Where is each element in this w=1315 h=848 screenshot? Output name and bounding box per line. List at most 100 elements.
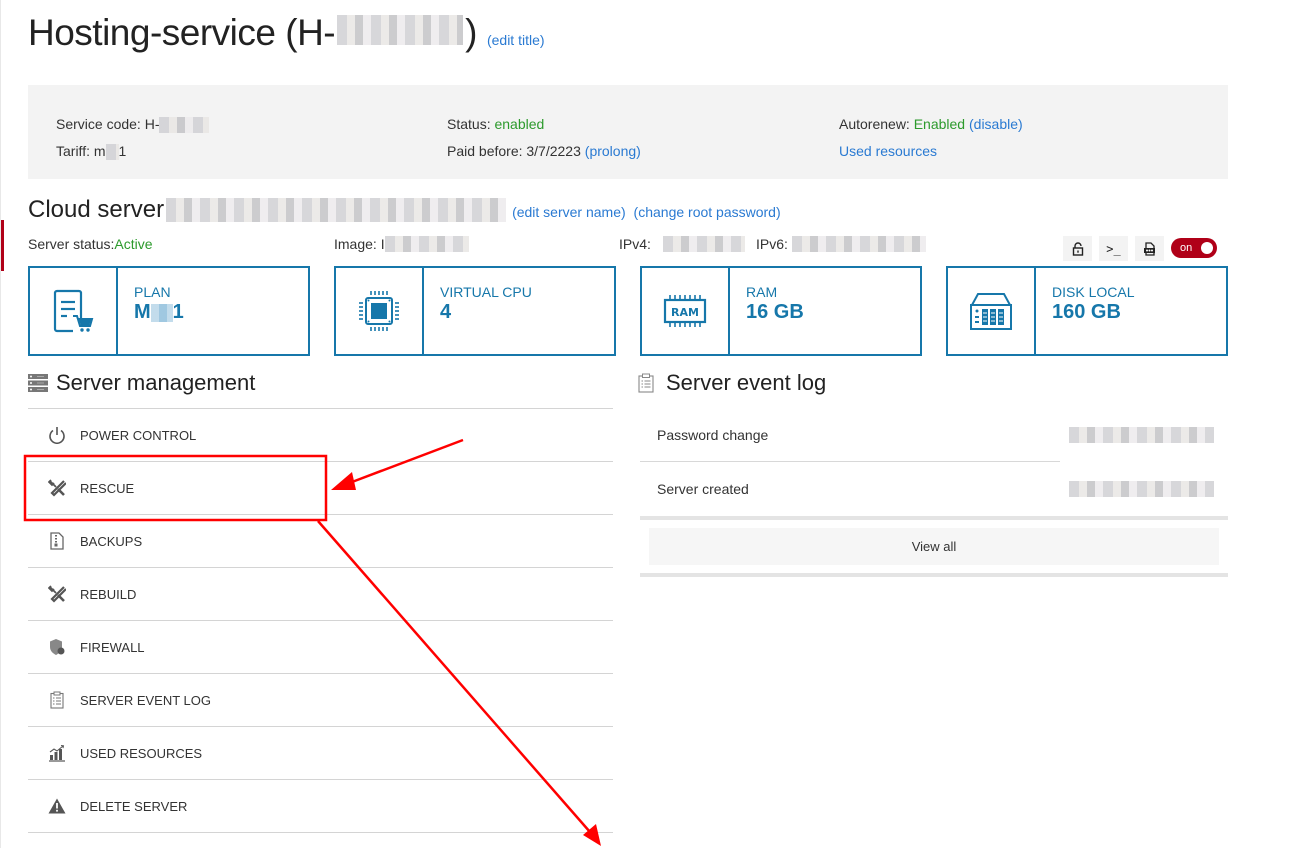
redacted-event-date: [1069, 427, 1214, 443]
ram-card: RAM RAM 16 GB: [640, 266, 922, 356]
redacted-event-date: [1069, 481, 1214, 497]
plan-cart-icon: [53, 289, 94, 333]
event-log-list: Password change Server created View all: [640, 408, 1228, 577]
server-toolbar: >_ on: [1063, 236, 1217, 261]
menu-item-server-event-log[interactable]: SERVER EVENT LOG: [28, 674, 613, 727]
status-label: Status:: [447, 116, 495, 132]
page-title-suffix: ): [465, 12, 477, 53]
disk-label: DISK LOCAL: [1052, 284, 1135, 300]
event-log-row: Server created: [640, 462, 1228, 516]
server-status-label: Server status:: [28, 236, 115, 252]
tariff-row: Tariff: m 1: [56, 138, 209, 165]
disk-value: 160 GB: [1052, 301, 1121, 323]
menu-item-label: FIREWALL: [80, 639, 145, 655]
edit-server-name-link[interactable]: (edit server name): [512, 204, 626, 220]
toggle-knob: [1201, 242, 1213, 254]
menu-item-rebuild[interactable]: REBUILD: [28, 568, 613, 621]
clipboard-list-icon: [638, 373, 654, 393]
redacted-ipv4: [662, 236, 745, 252]
bar-chart-icon: [49, 745, 65, 762]
plan-value: M1: [134, 301, 184, 324]
left-edge-border: [0, 0, 3, 848]
server-status-row: Server status: Active Image: I IPv4: IPv…: [28, 236, 1228, 256]
tools-icon: [48, 479, 66, 497]
menu-item-firewall[interactable]: FIREWALL: [28, 621, 613, 674]
redacted-image: [384, 236, 469, 252]
redacted-service-id: [337, 15, 464, 45]
ram-value: 16 GB: [746, 301, 804, 323]
tariff-suffix: 1: [118, 143, 127, 159]
console-button[interactable]: >_: [1099, 236, 1128, 261]
menu-item-backups[interactable]: BACKUPS: [28, 515, 613, 568]
server-title-label: Cloud server: [28, 196, 165, 223]
server-status: Server status: Active: [28, 236, 153, 252]
menu-item-delete-server[interactable]: DELETE SERVER: [28, 780, 613, 833]
cpu-icon: [359, 291, 399, 331]
service-status-row: Status: enabled: [447, 111, 641, 138]
shield-icon: [50, 639, 65, 655]
menu-item-label: POWER CONTROL: [80, 427, 197, 443]
cpu-value: 4: [440, 301, 452, 323]
menu-item-label: REBUILD: [80, 586, 137, 602]
service-code-row: Service code: H-: [56, 111, 210, 138]
lock-icon: [1072, 241, 1083, 256]
divider: [640, 516, 1228, 520]
autorenew-label: Autorenew:: [839, 116, 914, 132]
disable-autorenew-link[interactable]: (disable): [969, 116, 1023, 132]
redacted-server-name: [166, 198, 507, 222]
event-name: Password change: [657, 427, 769, 443]
ipv4-label: IPv4:: [619, 236, 651, 252]
image-label: Image: I: [334, 236, 385, 252]
disk-card: DISK LOCAL 160 GB: [946, 266, 1228, 356]
ram-label: RAM: [746, 284, 778, 300]
menu-item-label: RESCUE: [80, 480, 135, 496]
console-icon: >_: [1106, 241, 1121, 256]
cpu-label: VIRTUAL CPU: [440, 284, 532, 300]
service-info-panel: Service code: H- Tariff: m 1 Status: ena…: [28, 85, 1228, 179]
autorenew-value: Enabled: [913, 116, 966, 132]
server-title: Cloud server (edit server name) (change …: [28, 196, 785, 224]
change-root-password-link[interactable]: (change root password): [634, 204, 781, 220]
menu-item-label: DELETE SERVER: [80, 798, 188, 814]
autorenew-row: Autorenew: Enabled (disable): [839, 111, 1023, 138]
edit-title-link[interactable]: (edit title): [487, 32, 545, 48]
server-stack-icon: [28, 374, 48, 392]
paid-before-label: Paid before: 3/7/2223: [447, 143, 585, 159]
power-toggle[interactable]: on: [1171, 238, 1217, 258]
used-resources-link[interactable]: Used resources: [839, 143, 937, 159]
iso-file-icon: [1144, 241, 1155, 256]
tariff-label: Tariff: m: [56, 143, 106, 159]
plan-value-suffix: 1: [172, 301, 184, 323]
plan-card: PLAN M1: [28, 266, 310, 356]
disk-icon: [970, 293, 1012, 330]
warning-icon: [48, 798, 66, 814]
redacted-plan: [150, 303, 173, 322]
service-code-label: Service code: H-: [56, 116, 160, 132]
cpu-card: VIRTUAL CPU 4: [334, 266, 616, 356]
menu-item-rescue[interactable]: RESCUE: [28, 462, 613, 515]
prolong-link[interactable]: (prolong): [585, 143, 641, 159]
server-status-value: Active: [114, 236, 153, 252]
ram-icon: RAM: [663, 295, 707, 327]
server-event-log-heading: Server event log: [638, 370, 826, 396]
power-icon: [49, 427, 65, 444]
clipboard-list-icon: [50, 691, 64, 709]
lock-button[interactable]: [1063, 236, 1092, 261]
archive-file-icon: [50, 532, 64, 550]
page-title-prefix: Hosting-service (H-: [28, 12, 336, 53]
event-name: Server created: [657, 481, 749, 497]
iso-button[interactable]: [1135, 236, 1164, 261]
resource-cards: PLAN M1 VIRTUAL CPU 4 RAM RAM 16 GB DISK…: [28, 266, 1228, 356]
plan-label: PLAN: [134, 284, 171, 300]
menu-item-power-control[interactable]: POWER CONTROL: [28, 409, 613, 462]
redacted-ipv6: [791, 236, 926, 252]
divider: [640, 573, 1228, 577]
paid-before-row: Paid before: 3/7/2223 (prolong): [447, 138, 641, 165]
tools-icon: [48, 585, 66, 603]
menu-item-label: SERVER EVENT LOG: [80, 692, 212, 708]
menu-item-used-resources[interactable]: USED RESOURCES: [28, 727, 613, 780]
status-value: enabled: [494, 116, 545, 132]
view-all-button[interactable]: View all: [649, 528, 1219, 565]
power-toggle-label: on: [1180, 242, 1193, 254]
page-title: Hosting-service (H- ) (edit title): [28, 12, 545, 54]
